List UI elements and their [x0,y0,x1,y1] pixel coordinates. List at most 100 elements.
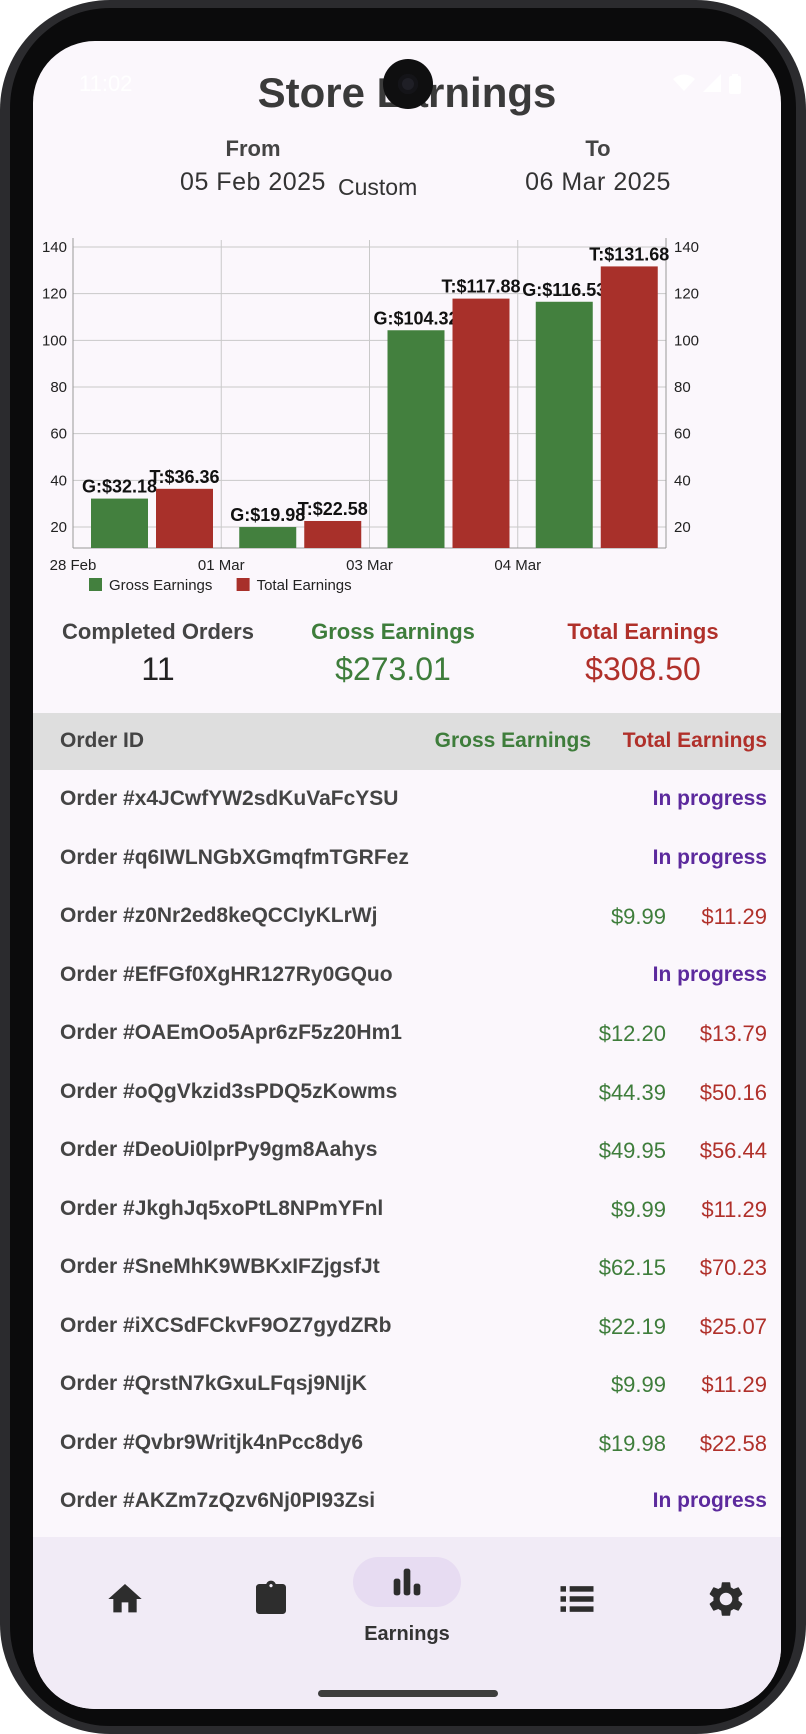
legend-label: Gross Earnings [109,577,212,594]
completed-orders-summary: Completed Orders 11 [53,619,263,688]
list-icon [560,1586,594,1612]
x-tick-label: 28 Feb [50,557,97,574]
bar-gross-earnings [239,527,297,548]
y-tick-label-right: 60 [674,426,691,443]
table-row[interactable]: Order #DeoUi0lprPy9gm8Aahys $49.95 $56.44 [33,1121,781,1180]
table-row[interactable]: Order #SneMhK9WBKxIFZjgsfJt $62.15 $70.23 [33,1238,781,1297]
y-tick-label: 120 [42,286,67,303]
y-tick-label-right: 40 [674,472,691,489]
order-gross-earnings: $9.99 [610,1196,666,1222]
order-gross-earnings: $9.99 [610,1372,666,1397]
order-gross-earnings: $12.20 [598,1021,666,1046]
table-row[interactable]: Order #iXCSdFCkvF9OZ7gydZRb $22.19 $25.07 [33,1297,781,1356]
y-tick-label-right: 80 [674,379,691,396]
data-label: T:$36.36 [149,467,219,487]
order-id: Order #q6IWLNGbXGmqfmTGRFez [60,845,409,869]
from-label: From [225,136,281,161]
bar-gross-earnings [91,498,148,548]
y-tick-label: 140 [42,239,67,256]
bar-gross-earnings [387,330,445,548]
order-total-earnings: $70.23 [699,1255,767,1280]
range-mode[interactable]: Custom [338,174,417,201]
completed-orders-value: 11 [141,651,175,687]
bar-total-earnings [600,266,658,548]
y-tick-label-right: 140 [674,239,699,256]
to-date-picker[interactable]: To 06 Mar 2025 [498,136,698,197]
header-total-earnings: Total Earnings [622,729,767,752]
y-tick-label: 40 [50,472,67,489]
from-date-value: 05 Feb 2025 [180,168,326,196]
header-gross-earnings: Gross Earnings [434,729,591,752]
nav-earnings[interactable]: Earnings [353,1557,473,1667]
data-label: G:$104.32 [373,308,458,328]
bar-total-earnings [156,488,213,548]
gross-earnings-label: Gross Earnings [311,619,475,644]
table-row[interactable]: Order #q6IWLNGbXGmqfmTGRFez In progress [33,829,781,888]
order-id: Order #oQgVkzid3sPDQ5zKowms [60,1079,398,1103]
order-total-earnings: $11.29 [701,904,767,929]
order-gross-earnings: $62.15 [598,1255,666,1280]
order-gross-earnings: $49.95 [598,1138,666,1163]
data-label: T:$22.58 [298,499,368,519]
table-row[interactable]: Order #EfFGf0XgHR127Ry0GQuo In progress [33,946,781,1005]
nav-earnings-label: Earnings [364,1623,450,1645]
table-row[interactable]: Order #x4JCwfYW2sdKuVaFcYSU In progress [33,770,781,829]
order-id: Order #DeoUi0lprPy9gm8Aahys [60,1138,378,1161]
orders-list: Order #x4JCwfYW2sdKuVaFcYSU In progress Or… [33,770,781,1531]
order-id: Order #iXCSdFCkvF9OZ7gydZRb [60,1313,392,1337]
legend-label: Total Earnings [257,577,352,594]
from-date-picker[interactable]: From 05 Feb 2025 [153,136,353,197]
earnings-bar-chart: 20 20 40 40 60 60 80 80 100 100 120 120 140 140 G:$32.… [42,238,699,594]
order-total-earnings: $11.29 [701,1372,767,1397]
date-range: From 05 Feb 2025 Custom To 06 Mar 2025 [33,136,781,216]
y-tick-label-right: 120 [674,286,699,303]
total-earnings-value: $308.50 [585,651,701,687]
order-total-earnings: $25.07 [699,1313,767,1339]
table-row[interactable]: Order #Qvbr9Writjk4nPcc8dy6 $19.98 $22.58 [33,1414,781,1473]
data-label: G:$116.53 [522,280,606,300]
front-camera [383,59,433,109]
y-tick-label: 100 [42,332,67,349]
table-row[interactable]: Order #JkghJq5xoPtL8NPmYFnl $9.99 $11.29 [33,1180,781,1239]
x-tick-label: 03 Mar [346,557,393,574]
data-label: G:$32.18 [82,477,157,497]
order-id: Order #JkghJq5xoPtL8NPmYFnl [60,1196,384,1220]
table-row[interactable]: Order #z0Nr2ed8keQCCIyKLrWj $9.99 $11.29 [33,887,781,946]
table-row[interactable]: Order #QrstN7kGxuLFqsj9NIjK $9.99 $11.29 [33,1355,781,1414]
to-date-value: 06 Mar 2025 [525,168,671,196]
nav-home[interactable] [71,1557,191,1667]
table-row[interactable]: Order #AKZm7zQzv6Nj0PI93Zsi In progress [33,1472,781,1531]
y-tick-label-right: 100 [674,332,699,349]
orders-table-header: Order ID Gross Earnings Total Earnings [33,713,781,770]
earnings-summary: Completed Orders 11 Gross Earnings $273.… [33,619,781,689]
nav-settings[interactable] [671,1557,781,1667]
order-status: In progress [652,1489,767,1512]
order-gross-earnings: $44.39 [598,1079,666,1105]
data-label: T:$131.68 [589,244,669,264]
home-icon [108,1584,142,1613]
home-gesture-bar[interactable] [318,1690,498,1697]
table-row[interactable]: Order #oQgVkzid3sPDQ5zKowms $44.39 $50.16 [33,1063,781,1122]
order-id: Order #SneMhK9WBKxIFZjgsfJt [60,1255,380,1278]
bottom-navigation: Earnings [33,1537,781,1709]
legend-swatch [236,578,250,591]
nav-list[interactable] [521,1557,641,1667]
order-total-earnings: $50.16 [699,1079,767,1105]
order-id: Order #EfFGf0XgHR127Ry0GQuo [60,962,393,986]
order-gross-earnings: $19.98 [598,1430,666,1456]
bar-total-earnings [452,298,510,548]
completed-orders-label: Completed Orders [62,619,254,644]
order-id: Order #Qvbr9Writjk4nPcc8dy6 [60,1430,364,1454]
y-tick-label-right: 20 [674,519,691,536]
clipboard-icon [256,1580,286,1614]
order-id: Order #QrstN7kGxuLFqsj9NIjK [60,1372,367,1395]
table-row[interactable]: Order #OAEmOo5Apr6zF5z20Hm1 $12.20 $13.79 [33,1004,781,1063]
order-status: In progress [652,845,767,869]
order-id: Order #OAEmOo5Apr6zF5z20Hm1 [60,1021,402,1044]
order-status: In progress [652,962,767,986]
order-gross-earnings: $9.99 [610,904,666,929]
nav-orders[interactable] [221,1557,341,1667]
y-tick-label: 80 [50,379,67,396]
data-label: G:$19.98 [230,505,305,525]
total-earnings-summary: Total Earnings $308.50 [543,619,743,688]
